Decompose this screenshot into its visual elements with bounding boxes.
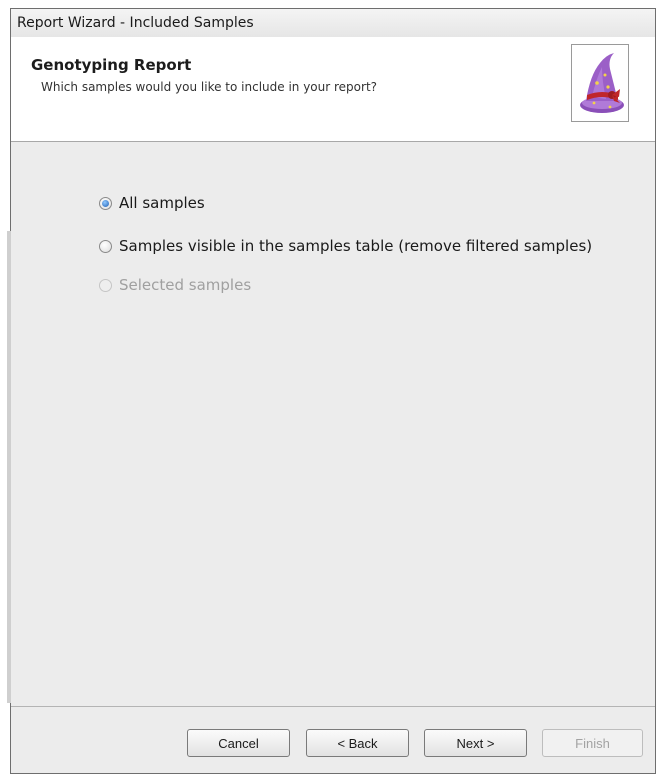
wizard-footer: Cancel < Back Next > Finish (11, 706, 655, 773)
wizard-hat-icon (571, 44, 629, 122)
radio-button-disabled (99, 278, 112, 292)
back-button[interactable]: < Back (306, 729, 409, 757)
radio-visible-samples[interactable]: Samples visible in the samples table (re… (99, 235, 592, 257)
radio-label-visible-samples: Samples visible in the samples table (re… (119, 237, 593, 255)
radio-label-all-samples: All samples (119, 194, 205, 212)
next-button[interactable]: Next > (424, 729, 527, 757)
wizard-dialog: Report Wizard - Included Samples Genotyp… (7, 8, 656, 774)
radio-all-samples[interactable]: All samples (99, 192, 205, 214)
window-title: Report Wizard - Included Samples (17, 15, 254, 31)
page-title: Genotyping Report (31, 56, 192, 74)
title-bar[interactable]: Report Wizard - Included Samples (11, 9, 655, 38)
window-edge (7, 231, 11, 703)
cancel-button[interactable]: Cancel (187, 729, 290, 757)
options-pane: All samples Samples visible in the sampl… (11, 142, 655, 708)
radio-selected-samples: Selected samples (99, 274, 251, 296)
finish-button: Finish (542, 729, 643, 757)
radio-button[interactable] (99, 239, 112, 253)
radio-label-selected-samples: Selected samples (119, 276, 252, 294)
wizard-header: Genotyping Report Which samples would yo… (11, 37, 655, 142)
radio-button-checked[interactable] (99, 196, 112, 210)
page-subtitle: Which samples would you like to include … (41, 80, 378, 94)
